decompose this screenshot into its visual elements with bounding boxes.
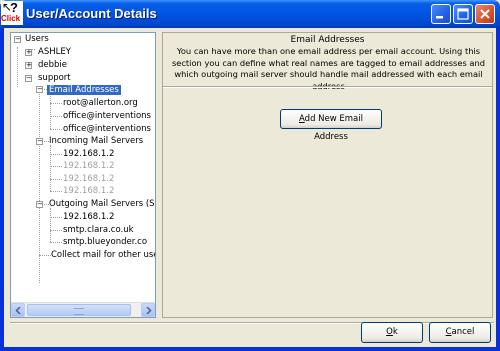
tree-node-users[interactable]: Users [23, 33, 51, 46]
chevron-left-icon [15, 307, 21, 314]
tree-node-user[interactable]: debbie [36, 59, 69, 72]
help-icon-label: Click [1, 14, 21, 23]
maximize-button[interactable] [453, 4, 473, 24]
scroll-thumb[interactable] [27, 304, 131, 316]
tree-leaf-email[interactable]: root@allerton.org [61, 97, 140, 110]
tree-leaf-email[interactable]: office@interventions [61, 110, 153, 123]
collapse-support-icon[interactable]: − [25, 75, 32, 82]
minimize-icon [436, 16, 443, 19]
cancel-button[interactable]: Cancel [429, 322, 491, 343]
expand-debbie-icon[interactable]: + [25, 62, 32, 69]
help-cursor-icon: ↖ ? Click [1, 1, 23, 25]
tree-node-user[interactable]: ASHLEY [36, 46, 73, 59]
scroll-left-button[interactable] [11, 303, 25, 317]
maximize-icon [457, 8, 469, 20]
section-title: Email Addresses [290, 35, 365, 45]
ok-button[interactable]: Ok [361, 322, 423, 343]
dialog-window: ↖ ? Click User/Account Details − + + − −… [0, 0, 500, 351]
close-icon [480, 9, 490, 19]
tree-node-incoming-servers[interactable]: Incoming Mail Servers [47, 135, 145, 148]
tree-node-outgoing-servers[interactable]: Outgoing Mail Servers (S [47, 198, 155, 211]
title-bar[interactable]: ↖ ? Click User/Account Details [0, 0, 500, 28]
details-panel: Email Addresses You can have more than o… [162, 32, 493, 318]
collapse-users-icon[interactable]: − [14, 36, 21, 43]
tree-leaf-server[interactable]: 192.168.1.2 [61, 185, 116, 198]
minimize-button[interactable] [431, 4, 451, 24]
tree-leaf-server[interactable]: 192.168.1.2 [61, 160, 116, 173]
collapse-email-addresses-icon[interactable]: − [36, 86, 43, 93]
user-tree[interactable]: − + + − − − − Users ASHLEY debbie suppor… [10, 32, 156, 318]
tree-leaf-server[interactable]: smtp.blueyonder.co [61, 236, 149, 249]
section-divider [163, 86, 492, 88]
tree-horizontal-scrollbar[interactable] [11, 302, 155, 317]
chevron-right-icon [146, 307, 152, 314]
window-title: User/Account Details [26, 6, 157, 21]
tree-node-email-addresses[interactable]: Email Addresses [47, 84, 121, 97]
expand-ashley-icon[interactable]: + [25, 49, 32, 56]
tree-node-collect-mail[interactable]: Collect mail for other use [49, 249, 155, 262]
collapse-incoming-servers-icon[interactable]: − [36, 138, 43, 145]
collapse-outgoing-servers-icon[interactable]: − [36, 201, 43, 208]
close-button[interactable] [475, 4, 495, 24]
scroll-right-button[interactable] [141, 303, 155, 317]
add-new-email-address-button[interactable]: Add New Email Address [280, 109, 382, 142]
dialog-body: − + + − − − − Users ASHLEY debbie suppor… [4, 28, 496, 347]
tree-leaf-server[interactable]: 192.168.1.2 [61, 211, 116, 224]
